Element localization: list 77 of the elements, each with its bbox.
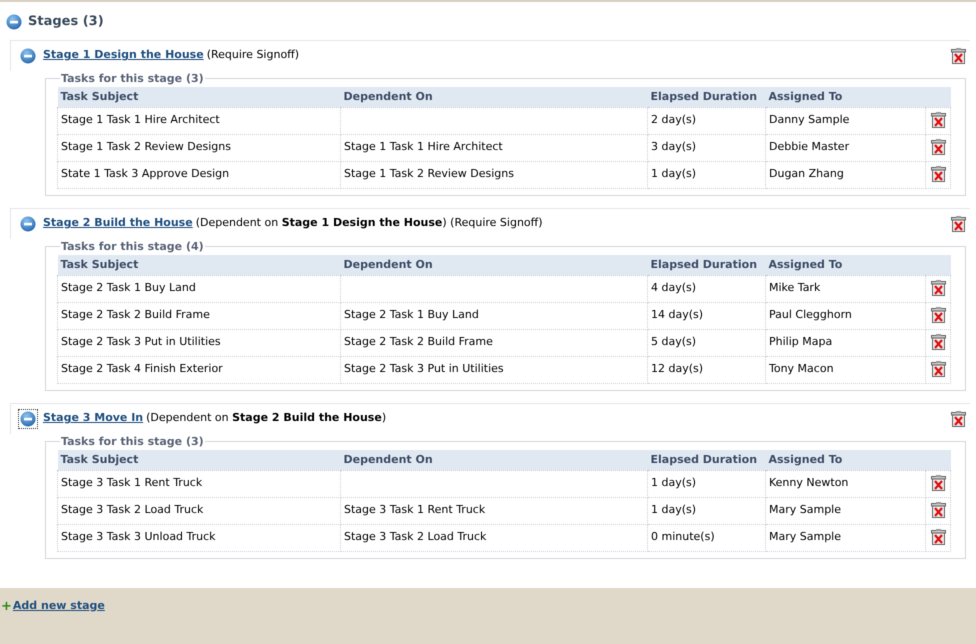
column-header: Assigned To xyxy=(766,87,926,107)
collapse-icon[interactable] xyxy=(20,216,36,232)
delete-icon[interactable] xyxy=(930,502,946,518)
fieldset-legend: Tasks for this stage (3) xyxy=(60,70,205,87)
table-cell: Stage 2 Task 1 Buy Land xyxy=(344,308,479,322)
table-cell: Stage 2 Task 2 Build Frame xyxy=(344,335,493,348)
table-cell: Stage 1 Task 2 Review Designs xyxy=(61,140,231,154)
stage-link[interactable]: Stage 3 Move In xyxy=(43,410,144,427)
table-cell: 1 day(s) xyxy=(651,167,696,180)
table-cell: 1 day(s) xyxy=(651,476,696,490)
delete-icon[interactable] xyxy=(951,216,966,232)
delete-icon[interactable] xyxy=(951,410,966,426)
table-cell: Stage 3 Task 1 Rent Truck xyxy=(344,503,486,516)
delete-icon[interactable] xyxy=(930,139,946,156)
collapse-icon[interactable] xyxy=(20,48,36,64)
delete-icon[interactable] xyxy=(930,361,946,378)
table-cell: Philip Mapa xyxy=(769,335,832,348)
column-header: Elapsed Duration xyxy=(648,450,766,470)
table-cell: Stage 2 Task 3 Put in Utilities xyxy=(344,362,504,376)
add-stage-link[interactable]: Add new stage xyxy=(12,598,105,614)
column-header: Task Subject xyxy=(58,255,340,275)
column-header: Assigned To xyxy=(766,450,926,470)
collapse-icon[interactable] xyxy=(6,14,22,30)
table-cell: 0 minute(s) xyxy=(651,530,715,544)
table-cell: Stage 2 Task 4 Finish Exterior xyxy=(61,362,223,376)
stage-note: (Dependent on Stage 2 Build the House) xyxy=(146,410,386,426)
table-cell: Stage 1 Task 1 Hire Architect xyxy=(61,113,220,126)
table-cell: Stage 3 Task 3 Unload Truck xyxy=(61,530,216,544)
table-cell: Stage 1 Task 2 Review Designs xyxy=(344,167,514,180)
table-cell: Mary Sample xyxy=(769,530,842,544)
delete-icon[interactable] xyxy=(930,475,946,492)
stage-note: (Dependent on Stage 1 Design the House) (Require Signoff) xyxy=(196,215,543,232)
table-cell: Stage 2 Task 1 Buy Land xyxy=(61,281,196,294)
delete-icon[interactable] xyxy=(951,48,966,64)
table-cell: Stage 3 Task 1 Rent Truck xyxy=(61,476,202,490)
table-cell: 4 day(s) xyxy=(651,281,696,294)
fieldset-legend: Tasks for this stage (4) xyxy=(60,238,205,255)
table-cell: Stage 2 Task 3 Put in Utilities xyxy=(61,335,221,348)
table-cell: Mike Tark xyxy=(769,281,820,294)
delete-icon[interactable] xyxy=(930,529,946,546)
table-cell: Mary Sample xyxy=(769,503,842,516)
fieldset-legend: Tasks for this stage (3) xyxy=(60,434,205,450)
table-cell: Kenny Newton xyxy=(769,476,848,490)
column-header: Elapsed Duration xyxy=(648,87,766,107)
collapse-icon[interactable] xyxy=(20,410,36,426)
column-header: Elapsed Duration xyxy=(648,255,766,275)
table-cell: Danny Sample xyxy=(769,113,850,126)
table-cell: Dugan Zhang xyxy=(769,167,844,180)
delete-icon[interactable] xyxy=(930,112,946,128)
stage-link[interactable]: Stage 1 Design the House xyxy=(43,47,204,64)
column-header: Dependent On xyxy=(340,87,648,107)
delete-icon[interactable] xyxy=(930,280,946,296)
section-title: Stages (3) xyxy=(28,13,104,31)
table-cell: 5 day(s) xyxy=(651,335,696,348)
column-header: Task Subject xyxy=(58,450,340,470)
stage-link[interactable]: Stage 2 Build the House xyxy=(43,215,193,232)
table-cell: 14 day(s) xyxy=(651,308,704,322)
column-header: Dependent On xyxy=(340,450,648,470)
table-cell: 1 day(s) xyxy=(651,503,696,516)
table-cell: Stage 3 Task 2 Load Truck xyxy=(61,503,204,516)
delete-icon[interactable] xyxy=(930,334,946,350)
table-cell: Debbie Master xyxy=(769,140,850,154)
column-header: Dependent On xyxy=(340,255,648,275)
column-header: Task Subject xyxy=(58,87,340,107)
table-cell: Stage 1 Task 1 Hire Architect xyxy=(344,140,503,154)
table-cell: Stage 3 Task 2 Load Truck xyxy=(344,530,486,544)
delete-icon[interactable] xyxy=(930,166,946,182)
table-cell: 3 day(s) xyxy=(651,140,696,154)
table-cell: Tony Macon xyxy=(769,362,834,376)
table-cell: 2 day(s) xyxy=(651,113,696,126)
table-cell: Paul Clegghorn xyxy=(769,308,852,322)
table-cell: 12 day(s) xyxy=(651,362,704,376)
column-header: Assigned To xyxy=(766,255,926,275)
table-cell: Stage 2 Task 2 Build Frame xyxy=(61,308,210,322)
stage-note: (Require Signoff) xyxy=(206,47,300,64)
delete-icon[interactable] xyxy=(930,307,946,324)
table-cell: State 1 Task 3 Approve Design xyxy=(61,167,230,180)
